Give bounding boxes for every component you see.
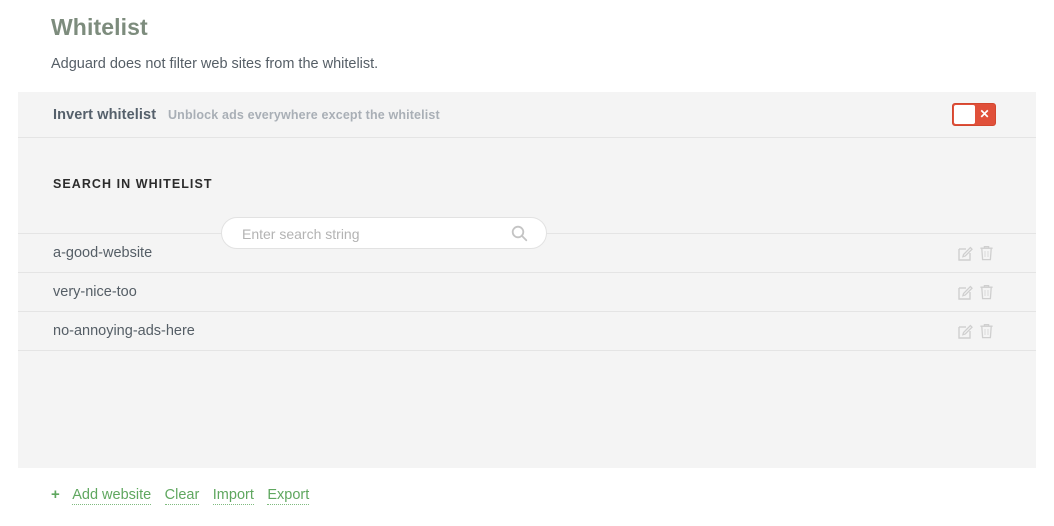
close-icon: ✕ — [979, 107, 990, 121]
row-actions — [958, 245, 994, 263]
trash-icon[interactable] — [979, 245, 994, 261]
export-link[interactable]: Export — [267, 487, 310, 505]
list-item-label: a-good-website — [53, 245, 153, 261]
search-label: SEARCH IN WHITELIST — [53, 177, 213, 191]
invert-whitelist-hint: Unblock ads everywhere except the whitel… — [168, 108, 440, 122]
row-actions — [958, 284, 994, 302]
page-title: Whitelist — [51, 14, 148, 40]
search-row: SEARCH IN WHITELIST — [18, 138, 1036, 250]
add-website-link[interactable]: Add website — [72, 487, 152, 505]
list-item[interactable]: very-nice-too — [18, 273, 1036, 312]
invert-whitelist-row: Invert whitelist Unblock ads everywhere … — [18, 92, 1036, 138]
toggle-knob — [954, 105, 975, 124]
whitelist-items: a-good-website very-nice-too no-annoying… — [18, 234, 1036, 351]
plus-icon: + — [51, 486, 60, 503]
invert-whitelist-label: Invert whitelist — [53, 107, 157, 123]
row-actions — [958, 323, 994, 341]
whitelist-panel: Invert whitelist Unblock ads everywhere … — [18, 92, 1036, 468]
list-item[interactable]: no-annoying-ads-here — [18, 312, 1036, 351]
edit-icon[interactable] — [958, 323, 973, 339]
list-item[interactable]: a-good-website — [18, 234, 1036, 273]
clear-link[interactable]: Clear — [164, 487, 200, 505]
list-item-label: no-annoying-ads-here — [53, 323, 195, 339]
footer-actions: + Add website Clear Import Export — [51, 486, 310, 506]
page-subtitle: Adguard does not filter web sites from t… — [51, 56, 379, 72]
import-link[interactable]: Import — [212, 487, 254, 505]
invert-whitelist-toggle[interactable]: ✕ — [952, 103, 996, 126]
edit-icon[interactable] — [958, 245, 973, 261]
edit-icon[interactable] — [958, 284, 973, 300]
whitelist-page: Whitelist Adguard does not filter web si… — [0, 0, 1054, 526]
trash-icon[interactable] — [979, 284, 994, 300]
trash-icon[interactable] — [979, 323, 994, 339]
list-item-label: very-nice-too — [53, 284, 137, 300]
